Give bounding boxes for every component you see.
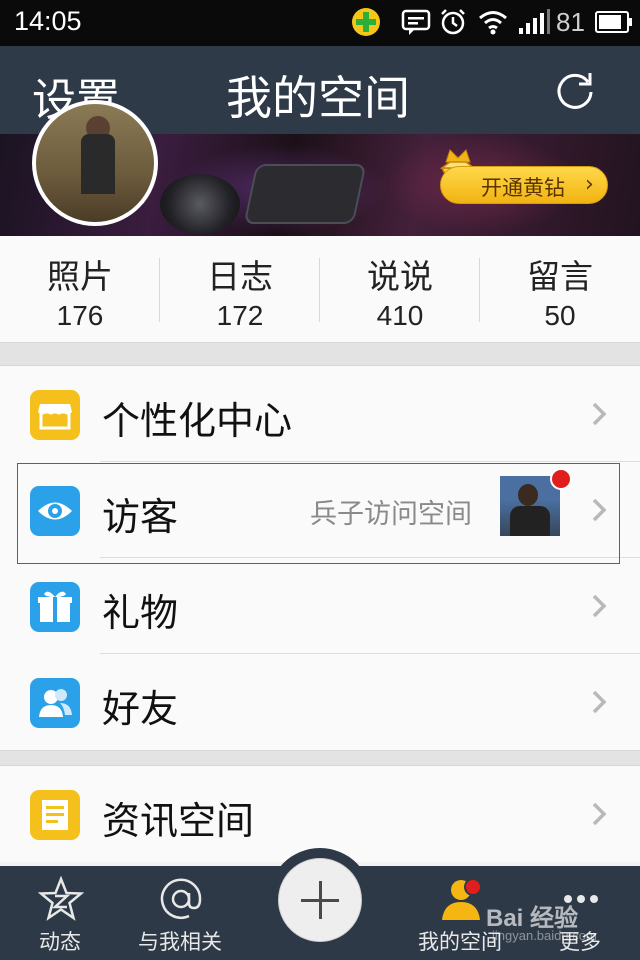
stat-messages[interactable]: 留言 50 — [480, 236, 640, 342]
tab-related[interactable]: 与我相关 — [120, 866, 240, 960]
section-divider — [0, 750, 640, 766]
tab-feed[interactable]: 动态 — [0, 866, 120, 960]
stat-count: 172 — [216, 300, 264, 331]
chevron-right-icon — [588, 796, 612, 832]
tab-label: 动态 — [39, 930, 81, 954]
stat-label: 留言 — [527, 257, 593, 296]
store-icon — [30, 390, 80, 440]
stat-blog[interactable]: 日志 172 — [160, 236, 320, 342]
battery-level: 81 — [556, 7, 585, 37]
notification-badge — [464, 878, 482, 896]
battery-icon — [594, 6, 634, 38]
stat-label: 日志 — [207, 257, 273, 296]
chevron-right-icon — [588, 396, 612, 432]
news-icon — [30, 790, 80, 840]
gift-icon — [30, 582, 80, 632]
page-title: 我的空间 — [226, 71, 410, 125]
star-z-icon — [37, 875, 85, 922]
wifi-icon — [475, 6, 511, 38]
alarm-icon — [438, 6, 468, 38]
signal-icon — [516, 6, 552, 38]
stat-label: 照片 — [47, 257, 113, 296]
menu-item-friends[interactable]: 好友 — [0, 654, 640, 750]
compose-button[interactable] — [278, 858, 362, 942]
stat-photos[interactable]: 照片 176 — [0, 236, 160, 342]
watermark-url: jingyan.baidu.com — [492, 928, 597, 943]
section-divider — [0, 342, 640, 366]
refresh-icon[interactable] — [552, 68, 598, 114]
360-security-icon — [348, 6, 384, 38]
highlight-box — [17, 463, 620, 564]
open-vip-label: 开通黄钻 — [481, 176, 565, 200]
stat-label: 说说 — [367, 257, 433, 296]
menu-item-label: 好友 — [102, 687, 179, 731]
stat-count: 50 — [544, 300, 576, 331]
menu-item-personalization[interactable]: 个性化中心 — [0, 366, 640, 462]
stat-count: 410 — [376, 300, 424, 331]
menu-item-label: 礼物 — [102, 591, 179, 635]
menu-item-label: 资讯空间 — [102, 799, 255, 843]
stat-count: 176 — [56, 300, 104, 331]
chevron-right-icon: › — [585, 172, 594, 197]
friends-icon — [30, 678, 80, 728]
stats-bar: 照片 176 日志 172 说说 410 留言 50 — [0, 236, 640, 342]
status-bar: 14:05 81 — [0, 0, 640, 46]
chevron-right-icon — [588, 588, 612, 624]
menu-item-label: 个性化中心 — [102, 399, 293, 443]
avatar[interactable] — [32, 100, 158, 226]
status-time: 14:05 — [14, 6, 82, 36]
open-vip-button[interactable]: 开通黄钻 › — [440, 166, 608, 204]
at-icon — [158, 876, 204, 922]
chevron-right-icon — [588, 684, 612, 720]
message-icon — [400, 6, 432, 38]
menu-item-gifts[interactable]: 礼物 — [0, 558, 640, 654]
tab-label: 与我相关 — [138, 930, 222, 954]
stat-shuoshuo[interactable]: 说说 410 — [320, 236, 480, 342]
